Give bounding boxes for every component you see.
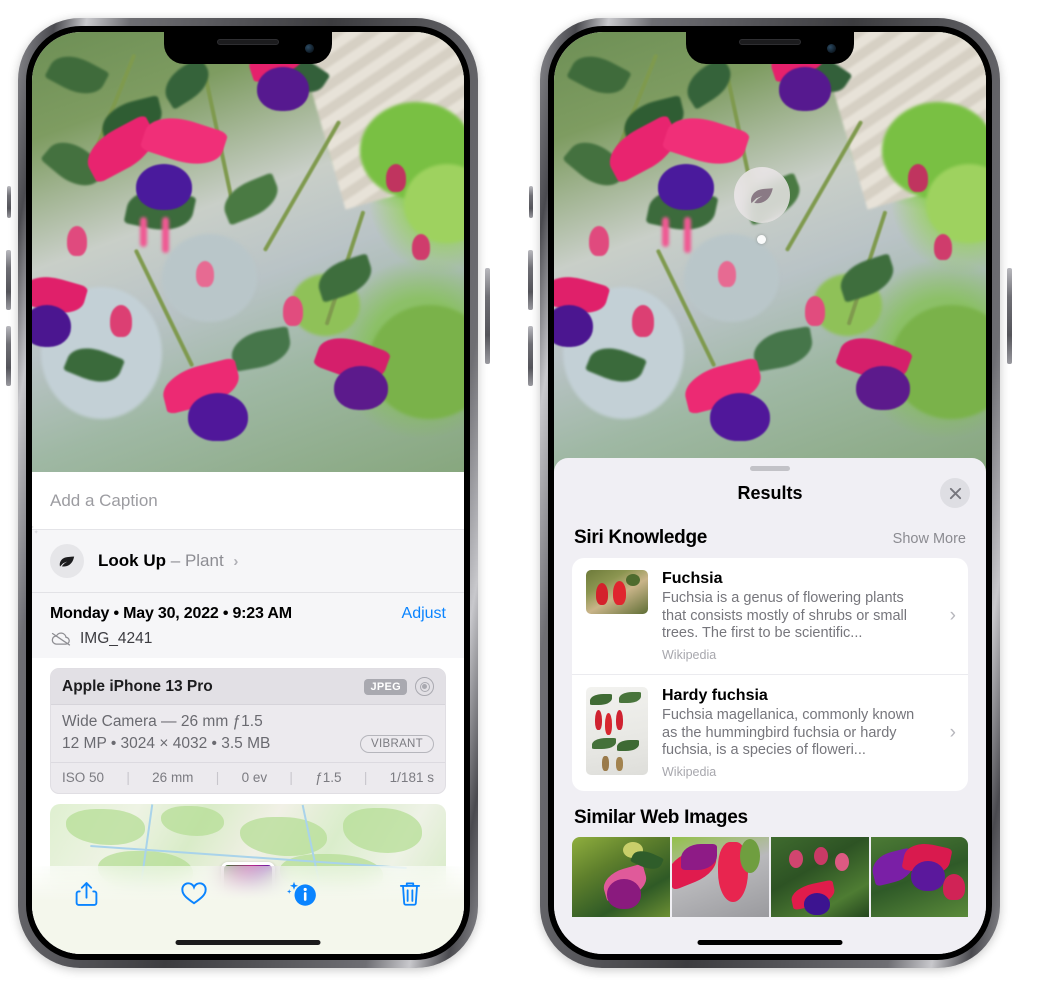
similar-web-images-header: Similar Web Images (554, 791, 986, 833)
power-button[interactable] (485, 268, 490, 364)
exif-iso: ISO 50 (62, 770, 105, 785)
silent-switch[interactable] (529, 186, 533, 218)
favorite-button[interactable] (172, 880, 216, 906)
format-badge: JPEG (364, 678, 407, 695)
photo-metadata-block: Monday • May 30, 2022 • 9:23 AM Adjust I… (32, 593, 464, 658)
iphone-device-left: Add a Caption Look Up – Plant › Monday •… (6, 18, 490, 968)
heart-icon (181, 882, 207, 905)
volume-up-button[interactable] (6, 250, 11, 310)
exif-row: ISO 50 | 26 mm | 0 ev | ƒ1.5 | 1/181 s (51, 762, 445, 793)
info-sparkle-icon (286, 881, 316, 906)
chevron-right-icon: › (949, 722, 956, 744)
trash-icon (399, 882, 421, 906)
result-description: Fuchsia is a genus of flowering plants t… (662, 590, 907, 642)
result-source: Wikipedia (662, 765, 717, 780)
knowledge-result-row[interactable]: Hardy fuchsia Fuchsia magellanica, commo… (572, 674, 968, 791)
result-title: Fuchsia (662, 570, 723, 587)
leaf-icon (751, 188, 773, 204)
knowledge-result-row[interactable]: Fuchsia Fuchsia is a genus of flowering … (572, 558, 968, 674)
look-up-title: Look Up (98, 551, 166, 570)
caption-input[interactable]: Add a Caption (32, 472, 464, 530)
photo-viewer-right[interactable] (554, 32, 986, 472)
camera-file-specs: 12 MP • 3024 × 4032 • 3.5 MB (62, 735, 271, 752)
web-image-thumb[interactable] (572, 837, 670, 918)
power-button[interactable] (1007, 268, 1012, 364)
front-camera (827, 44, 836, 53)
delete-button[interactable] (388, 880, 432, 908)
earpiece-speaker (739, 39, 801, 45)
close-button[interactable] (940, 478, 970, 508)
chevron-right-icon: › (233, 553, 239, 570)
result-thumbnail (586, 570, 648, 614)
leaf-icon (59, 556, 75, 567)
result-description: Fuchsia magellanica, commonly known as t… (662, 707, 915, 759)
share-icon (75, 882, 97, 906)
exif-separator: | (126, 770, 130, 785)
similar-web-images-strip (554, 833, 986, 918)
siri-knowledge-header: Siri Knowledge Show More (554, 515, 986, 558)
siri-knowledge-card: Fuchsia Fuchsia is a genus of flowering … (572, 558, 968, 792)
result-thumbnail (586, 687, 648, 776)
web-image-thumb[interactable] (870, 837, 968, 918)
camera-lens-info: Wide Camera — 26 mm ƒ1.5 (62, 713, 263, 730)
show-more-button[interactable]: Show More (893, 531, 966, 547)
leaf-badge (50, 544, 84, 578)
iphone-device-right: Results Siri Knowledge Show More Fuchsia… (528, 18, 1012, 968)
volume-down-button[interactable] (528, 326, 533, 386)
adjust-button[interactable]: Adjust (402, 605, 446, 623)
photo-filename: IMG_4241 (80, 630, 153, 647)
cloud-slash-icon (50, 631, 72, 647)
home-indicator[interactable] (175, 940, 321, 945)
visual-look-up-anchor-dot (757, 235, 766, 244)
screen-left: Add a Caption Look Up – Plant › Monday •… (32, 32, 464, 954)
exif-shutter: 1/181 s (389, 770, 434, 785)
camera-device-name: Apple iPhone 13 Pro (62, 677, 213, 695)
result-source: Wikipedia (662, 648, 717, 663)
screenshot-canvas: Add a Caption Look Up – Plant › Monday •… (0, 0, 1055, 985)
result-title: Hardy fuchsia (662, 687, 768, 705)
exif-separator: | (289, 770, 293, 785)
web-image-thumb[interactable] (671, 837, 769, 918)
device-bezel-left: Add a Caption Look Up – Plant › Monday •… (26, 26, 470, 960)
notch-left (164, 32, 332, 64)
similar-web-images-title: Similar Web Images (574, 807, 748, 829)
camera-info-card[interactable]: Apple iPhone 13 Pro JPEG Wide Camera — 2… (50, 668, 446, 794)
earpiece-speaker (217, 39, 279, 45)
volume-down-button[interactable] (6, 326, 11, 386)
volume-up-button[interactable] (528, 250, 533, 310)
aperture-icon (415, 677, 434, 696)
look-up-subject: Plant (184, 551, 224, 570)
exif-aperture: ƒ1.5 (315, 770, 342, 785)
silent-switch[interactable] (7, 186, 11, 218)
chevron-right-icon: › (949, 605, 956, 627)
info-button[interactable] (280, 880, 324, 908)
exif-separator: | (363, 770, 368, 785)
siri-knowledge-title: Siri Knowledge (574, 527, 708, 548)
notch-right (686, 32, 854, 64)
sparkle-icon (32, 522, 41, 540)
results-sheet: Results Siri Knowledge Show More Fuchsia… (554, 458, 986, 954)
share-button[interactable] (64, 880, 108, 908)
exif-focal: 26 mm (152, 770, 194, 785)
photographic-style-pill: VIBRANT (360, 735, 434, 753)
screen-right: Results Siri Knowledge Show More Fuchsia… (554, 32, 986, 954)
photo-viewer-left[interactable] (32, 32, 464, 472)
front-camera (305, 44, 314, 53)
device-bezel-right: Results Siri Knowledge Show More Fuchsia… (548, 26, 992, 960)
photo-date: Monday • May 30, 2022 • 9:23 AM (50, 605, 292, 622)
exif-separator: | (215, 770, 220, 785)
results-title: Results (737, 482, 803, 503)
exif-ev: 0 ev (241, 770, 268, 785)
look-up-label: Look Up – Plant › (98, 551, 238, 571)
home-indicator[interactable] (697, 940, 843, 945)
look-up-dash: – (170, 551, 181, 570)
close-icon (949, 487, 961, 499)
web-image-thumb[interactable] (771, 837, 869, 918)
look-up-row[interactable]: Look Up – Plant › (32, 526, 464, 593)
visual-look-up-badge[interactable] (734, 167, 790, 223)
